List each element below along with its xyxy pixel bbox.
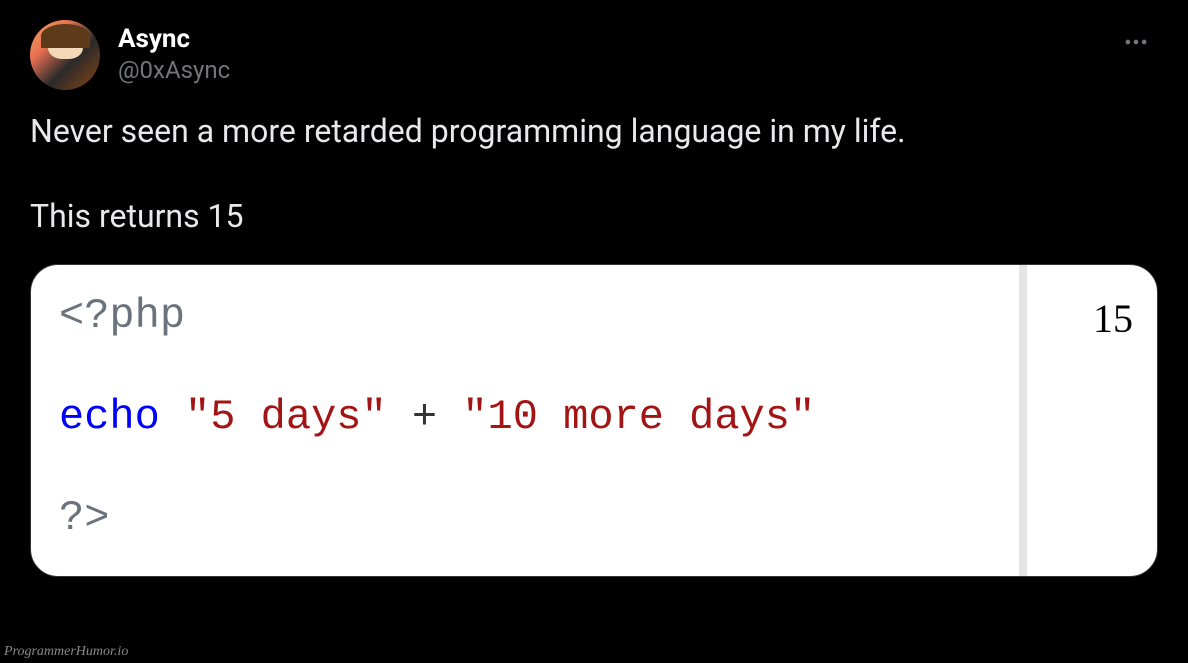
avatar[interactable] bbox=[30, 20, 100, 90]
code-output-panel: 15 bbox=[1027, 265, 1157, 576]
string-literal-1: "5 days" bbox=[185, 393, 387, 441]
code-image-card[interactable]: <?php echo "5 days" + "10 more days" ?> … bbox=[30, 264, 1158, 577]
output-value: 15 bbox=[1093, 295, 1133, 342]
user-info: Async @0xAsync bbox=[118, 20, 1114, 86]
tweet-container: Async @0xAsync Never seen a more retarde… bbox=[0, 0, 1188, 597]
code-source-panel: <?php echo "5 days" + "10 more days" ?> bbox=[31, 265, 1027, 576]
php-open-tag: <?php bbox=[59, 285, 991, 348]
plus-operator: + bbox=[387, 393, 463, 441]
string-literal-2: "10 more days" bbox=[462, 393, 815, 441]
tweet-line-1: Never seen a more retarded programming l… bbox=[30, 110, 1158, 153]
more-icon bbox=[1122, 28, 1150, 56]
tweet-line-2: This returns 15 bbox=[30, 195, 1158, 238]
keyword-echo: echo bbox=[59, 393, 160, 441]
user-handle[interactable]: @0xAsync bbox=[118, 55, 1114, 86]
more-options-button[interactable] bbox=[1114, 20, 1158, 64]
tweet-text: Never seen a more retarded programming l… bbox=[30, 110, 1158, 238]
tweet-header: Async @0xAsync bbox=[30, 20, 1158, 90]
watermark: ProgrammerHumor.io bbox=[4, 644, 128, 660]
php-close-tag: ?> bbox=[59, 487, 991, 550]
display-name[interactable]: Async bbox=[118, 24, 1114, 55]
php-echo-line: echo "5 days" + "10 more days" bbox=[59, 386, 991, 449]
